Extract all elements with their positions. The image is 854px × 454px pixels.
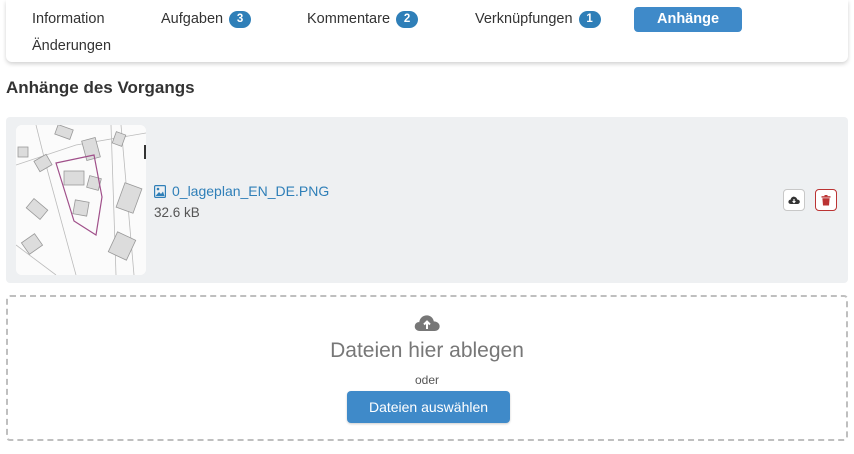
download-button[interactable]: [783, 189, 805, 211]
delete-button[interactable]: [815, 189, 837, 211]
tab-information[interactable]: Information: [32, 7, 105, 32]
tab-label: Anhänge: [656, 11, 720, 27]
tab-aenderungen[interactable]: Änderungen: [32, 34, 111, 59]
tab-bar: Information Aufgaben 3 Kommentare 2 Verknü…: [6, 0, 848, 62]
attachment-file-link[interactable]: 0_lageplan_EN_DE.PNG: [154, 183, 329, 199]
tab-kommentare[interactable]: Kommentare 2: [307, 7, 419, 32]
attachment-file-name: 0_lageplan_EN_DE.PNG: [172, 183, 330, 199]
attachment-file-size: 32.6 kB: [154, 205, 200, 220]
select-files-button[interactable]: Dateien auswählen: [347, 391, 510, 423]
count-badge: 1: [578, 11, 601, 28]
image-file-icon: [154, 185, 167, 199]
trash-icon: [821, 194, 831, 205]
tab-label: Verknüpfungen: [475, 11, 573, 27]
section-title: Anhänge des Vorgangs: [6, 78, 195, 97]
tab-verknuepfungen[interactable]: Verknüpfungen 1: [475, 7, 601, 32]
dropzone-title: Dateien hier ablegen: [330, 339, 524, 362]
tab-label: Aufgaben: [161, 11, 224, 27]
count-badge: 3: [229, 11, 252, 28]
site-plan-preview: [16, 125, 146, 275]
dropzone-or-text: oder: [414, 373, 440, 387]
tab-label: Änderungen: [32, 38, 112, 54]
download-cloud-icon: [788, 196, 800, 204]
tab-anhaenge[interactable]: Anhänge: [634, 7, 742, 32]
cloud-upload-icon: [414, 315, 440, 331]
tab-aufgaben[interactable]: Aufgaben 3: [161, 7, 252, 32]
file-dropzone[interactable]: Dateien hier ablegen oder Dateien auswäh…: [6, 295, 848, 441]
attachment-item: 0_lageplan_EN_DE.PNG 32.6 kB: [6, 117, 848, 283]
count-badge: 2: [396, 11, 419, 28]
tab-label: Information: [32, 11, 105, 27]
attachment-thumbnail[interactable]: [16, 125, 146, 275]
tab-label: Kommentare: [307, 11, 391, 27]
